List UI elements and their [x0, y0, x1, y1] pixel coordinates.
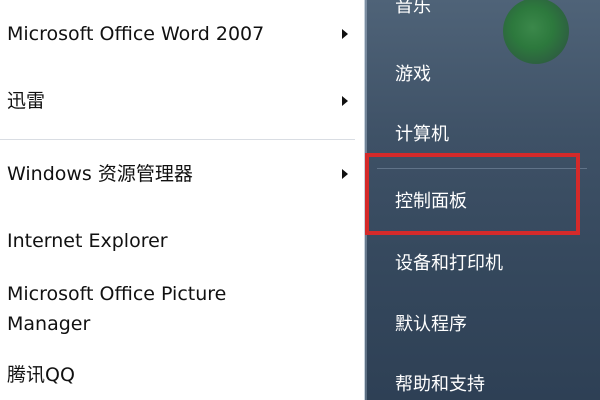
- place-label: 计算机: [395, 124, 449, 145]
- programs-pane: Microsoft Office Word 2007 迅雷 Windows 资源…: [0, 0, 365, 400]
- place-label: 音乐: [395, 0, 431, 17]
- program-item-word-2007[interactable]: Microsoft Office Word 2007: [0, 19, 365, 49]
- program-item-xunlei[interactable]: 迅雷: [0, 86, 365, 116]
- place-item-devices-printers[interactable]: 设备和打印机: [395, 249, 503, 279]
- chevron-right-icon[interactable]: [342, 29, 348, 39]
- places-pane: 音乐 游戏 计算机 控制面板 设备和打印机 默认程序 帮助和支持: [365, 0, 600, 400]
- place-label: 设备和打印机: [395, 253, 503, 274]
- program-label: 腾讯QQ: [7, 364, 75, 386]
- place-item-default-programs[interactable]: 默认程序: [395, 310, 467, 340]
- program-label: Microsoft Office Word 2007: [7, 23, 265, 45]
- place-item-help-support[interactable]: 帮助和支持: [395, 370, 485, 400]
- chevron-right-icon[interactable]: [342, 96, 348, 106]
- program-label: Windows 资源管理器: [7, 163, 193, 185]
- chevron-right-icon[interactable]: [342, 169, 348, 179]
- program-item-picture-manager[interactable]: Microsoft Office Picture Manager: [0, 279, 365, 339]
- place-item-music[interactable]: 音乐: [395, 0, 431, 22]
- program-label: Internet Explorer: [7, 230, 168, 252]
- place-item-games[interactable]: 游戏: [395, 60, 431, 90]
- control-panel-highlight: [365, 153, 580, 235]
- program-item-qq[interactable]: 腾讯QQ: [0, 360, 365, 390]
- place-label: 默认程序: [395, 314, 467, 335]
- place-label: 帮助和支持: [395, 374, 485, 395]
- place-label: 游戏: [395, 64, 431, 85]
- program-label: Microsoft Office Picture Manager: [7, 283, 227, 335]
- user-avatar[interactable]: [503, 0, 569, 64]
- start-menu: Microsoft Office Word 2007 迅雷 Windows 资源…: [0, 0, 600, 400]
- place-item-computer[interactable]: 计算机: [395, 120, 449, 150]
- program-list-separator: [0, 139, 355, 140]
- program-item-internet-explorer[interactable]: Internet Explorer: [0, 226, 365, 256]
- program-item-windows-explorer[interactable]: Windows 资源管理器: [0, 159, 365, 189]
- program-label: 迅雷: [7, 90, 46, 112]
